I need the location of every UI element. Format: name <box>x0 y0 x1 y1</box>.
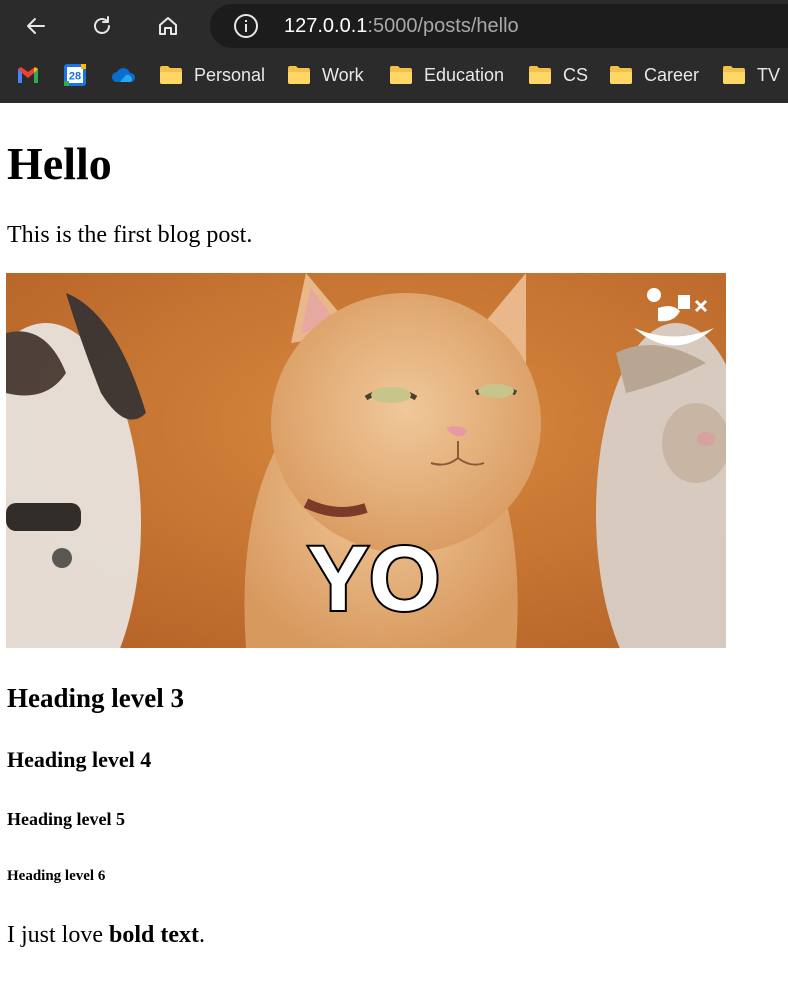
onedrive-icon <box>111 68 136 82</box>
heading-level-5: Heading level 5 <box>7 809 125 829</box>
url-host: 127.0.0.1 <box>284 15 368 37</box>
bookmark-folder-work[interactable]: Work <box>287 62 364 88</box>
outro-suffix: . <box>199 922 205 948</box>
bookmark-label: Career <box>644 64 700 85</box>
heading-level-6: Heading level 6 <box>7 868 106 884</box>
folder-icon <box>160 66 182 84</box>
cat-gif-illustration: YO <box>6 273 726 648</box>
folder-icon <box>610 66 632 84</box>
heading-level-4: Heading level 4 <box>7 747 152 772</box>
arrow-left-icon <box>27 18 45 34</box>
folder-icon <box>390 66 412 84</box>
outro-prefix: I just love <box>7 922 109 948</box>
gif-caption: YO <box>308 528 441 630</box>
bookmark-label: TV <box>757 64 781 85</box>
bookmark-label: Personal <box>194 64 266 85</box>
calendar-icon: 28 <box>64 64 86 86</box>
bookmark-folder-education[interactable]: Education <box>389 62 504 88</box>
outro-bold-text: bold text <box>109 922 199 948</box>
url-text[interactable]: 127.0.0.1:5000/posts/hello <box>284 14 519 38</box>
calendar-date: 28 <box>69 71 81 83</box>
bookmark-folder-tv[interactable]: TV <box>722 62 780 88</box>
back-button[interactable] <box>18 8 54 44</box>
url-path: :5000/posts/hello <box>367 15 519 37</box>
bookmark-gmail[interactable] <box>16 62 40 88</box>
site-info-button[interactable] <box>232 12 260 40</box>
post-title: Hello <box>7 138 112 189</box>
post-outro: I just love bold text. <box>7 920 205 950</box>
heading-level-3: Heading level 3 <box>7 683 184 713</box>
home-button[interactable] <box>150 8 186 44</box>
folder-icon <box>529 66 551 84</box>
bookmarks-bar: 28 Personal Work Education CS Career TV <box>0 52 788 103</box>
bookmark-folder-cs[interactable]: CS <box>528 62 588 88</box>
gmail-icon <box>18 67 38 83</box>
address-bar[interactable]: 127.0.0.1:5000/posts/hello <box>210 4 788 48</box>
bookmark-folder-career[interactable]: Career <box>609 62 699 88</box>
bookmark-label: CS <box>563 64 589 85</box>
bookmark-onedrive[interactable] <box>110 62 136 88</box>
reload-icon <box>94 16 110 34</box>
browser-toolbar: 127.0.0.1:5000/posts/hello <box>0 0 788 52</box>
bookmark-calendar[interactable]: 28 <box>63 62 87 88</box>
home-icon <box>159 17 177 35</box>
cat-gif: YO <box>6 273 726 648</box>
folder-icon <box>723 66 745 84</box>
info-icon <box>234 14 258 38</box>
bookmark-folder-personal[interactable]: Personal <box>159 62 265 88</box>
reload-button[interactable] <box>84 8 120 44</box>
bookmark-label: Work <box>322 64 364 85</box>
post-intro: This is the first blog post. <box>7 222 253 248</box>
folder-icon <box>288 66 310 84</box>
browser-chrome: 127.0.0.1:5000/posts/hello 28 Personal W… <box>0 0 788 103</box>
bookmark-label: Education <box>424 64 505 85</box>
